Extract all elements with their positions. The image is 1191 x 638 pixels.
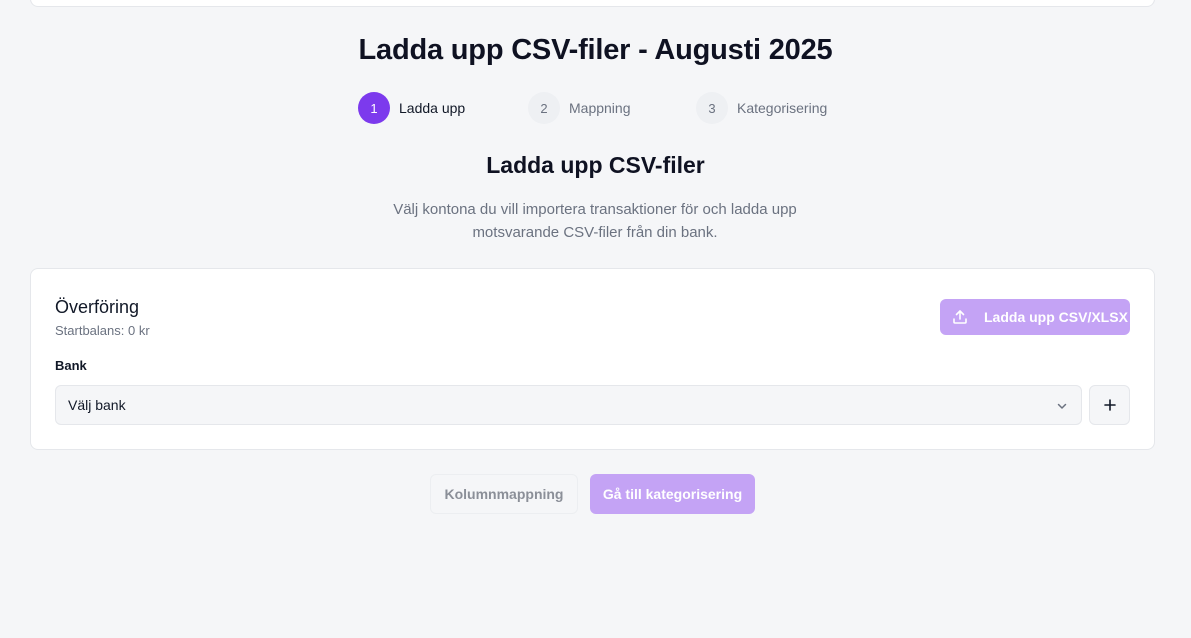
- step-categorization: 3 Kategorisering: [696, 92, 827, 124]
- bank-select[interactable]: Välj bank: [55, 385, 1082, 425]
- account-name: Överföring: [55, 297, 140, 317]
- step-label: Ladda upp: [399, 100, 466, 116]
- step-mapping: 2 Mappning: [528, 92, 631, 124]
- account-balance: Startbalans: 0 kr: [55, 323, 150, 338]
- upload-csv-button[interactable]: Ladda upp CSV/XLSX: [940, 299, 1130, 335]
- go-to-categorization-button[interactable]: Gå till kategorisering: [590, 474, 755, 514]
- description-line-2: motsvarande CSV-filer från din bank.: [472, 224, 718, 241]
- bank-select-value: Välj bank: [68, 397, 126, 413]
- plus-icon: [1103, 399, 1116, 411]
- stepper: 1 Ladda upp 2 Mappning 3 Kategorisering: [358, 92, 838, 124]
- top-card: [30, 0, 1155, 7]
- step-number: 1: [358, 92, 390, 124]
- chevron-down-icon: [1057, 403, 1067, 409]
- step-label: Mappning: [569, 100, 631, 116]
- account-card: Överföring Startbalans: 0 kr Ladda upp C…: [30, 268, 1155, 450]
- add-bank-button[interactable]: [1089, 385, 1130, 425]
- step-upload: 1 Ladda upp: [358, 92, 465, 124]
- upload-button-label: Ladda upp CSV/XLSX: [984, 309, 1128, 325]
- step-number: 3: [696, 92, 728, 124]
- step-number: 2: [528, 92, 560, 124]
- section-title: Ladda upp CSV-filer: [486, 152, 705, 178]
- section-description: Välj kontona du vill importera transakti…: [345, 198, 845, 244]
- page-title: Ladda upp CSV-filer - Augusti 2025: [358, 34, 833, 66]
- description-line-1: Välj kontona du vill importera transakti…: [393, 201, 797, 218]
- bank-label: Bank: [55, 358, 87, 373]
- step-label: Kategorisering: [737, 100, 828, 116]
- column-mapping-button[interactable]: Kolumnmappning: [430, 474, 578, 514]
- upload-icon: [953, 310, 967, 324]
